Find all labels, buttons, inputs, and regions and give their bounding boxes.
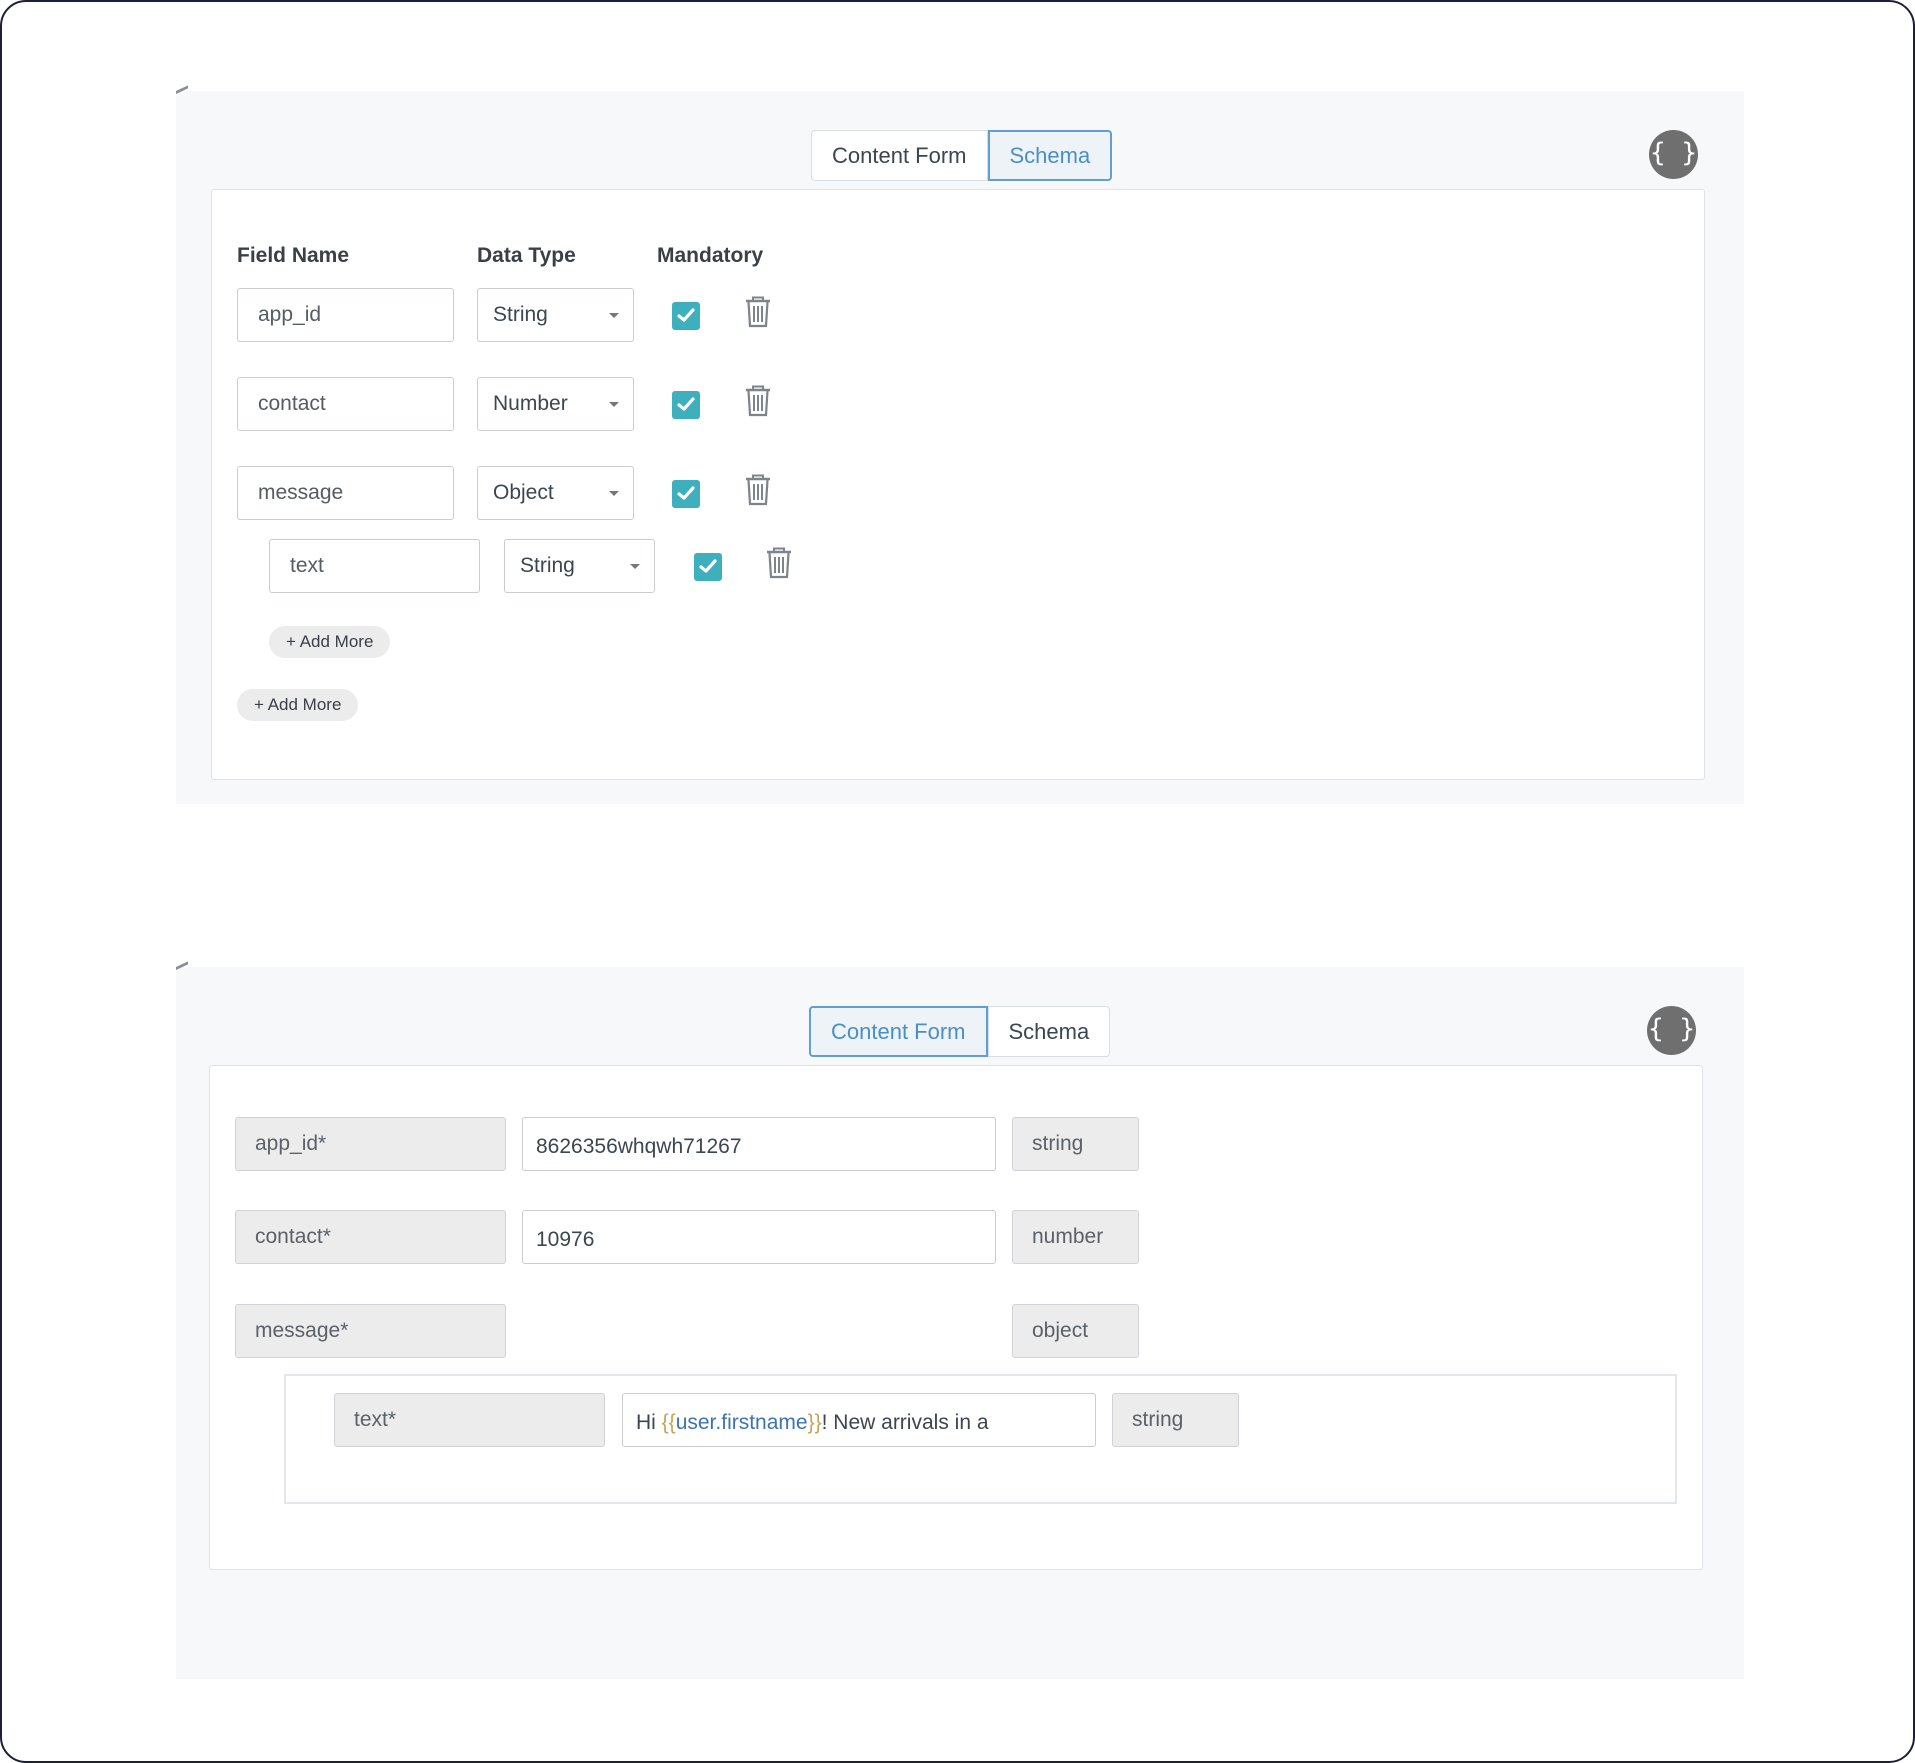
json-toggle-button[interactable]: { } [1647,1006,1696,1055]
template-variable: user.firstname [675,1411,808,1434]
caret-down-icon [609,491,619,496]
check-icon [699,559,717,573]
nested-field-label: text* [334,1393,605,1447]
screenshot-frame: Content Form Schema { } Field Name Data … [0,0,1915,1763]
nested-field-name-input[interactable]: text [269,539,480,593]
data-type-value: Object [493,481,554,504]
data-type-select[interactable]: Object [477,466,634,520]
mandatory-checkbox[interactable] [672,391,700,419]
field-name-input[interactable]: message [237,466,454,520]
field-label: message* [235,1304,506,1358]
data-type-select[interactable]: String [477,288,634,342]
field-type-label: object [1012,1304,1139,1358]
field-name-input[interactable]: contact [237,377,454,431]
nested-field-value-input[interactable]: Hi {{user.firstname}}! New arrivals in a [622,1393,1096,1447]
data-type-value: String [493,303,548,326]
field-value-input[interactable]: 10976 [522,1210,996,1264]
tab-content-form[interactable]: Content Form [809,1006,988,1057]
data-type-select[interactable]: Number [477,377,634,431]
data-type-value: String [520,554,575,577]
caret-down-icon [630,564,640,569]
value-text: ! New arrivals in a [821,1411,989,1434]
add-more-button[interactable]: + Add More [237,689,359,721]
tab-content-form[interactable]: Content Form [811,130,988,181]
template-brace-close: }} [807,1411,822,1434]
trash-icon[interactable] [744,385,772,417]
view-tabs: Content Form Schema [809,1006,1111,1057]
nested-mandatory-checkbox[interactable] [694,553,722,581]
field-value-input[interactable]: 8626356whqwh71267 [522,1117,996,1171]
mandatory-checkbox[interactable] [672,480,700,508]
value-text: Hi [636,1411,662,1434]
header-data-type: Data Type [477,244,576,267]
trash-icon[interactable] [765,547,793,579]
field-type-label: number [1012,1210,1139,1264]
check-icon [677,486,695,500]
schema-card: Field Name Data Type Mandatory app_id St… [211,189,1705,780]
nested-data-type-select[interactable]: String [504,539,655,593]
caret-down-icon [609,313,619,318]
trash-icon[interactable] [744,296,772,328]
nested-add-more-button[interactable]: + Add More [269,626,391,658]
json-toggle-button[interactable]: { } [1649,130,1698,179]
template-brace-open: {{ [661,1411,676,1434]
field-name-input[interactable]: app_id [237,288,454,342]
check-icon [677,308,695,322]
tab-schema[interactable]: Schema [987,130,1113,181]
curly-braces-icon: { } [1650,138,1697,168]
nested-field-type-label: string [1112,1393,1239,1447]
header-field-name: Field Name [237,244,350,267]
mandatory-checkbox[interactable] [672,302,700,330]
content-form-panel: Content Form Schema { } app_id* 8626356w… [176,961,1744,1679]
nested-object-container: text* Hi {{user.firstname}}! New arrival… [284,1374,1677,1504]
check-icon [677,397,695,411]
field-label: contact* [235,1210,506,1264]
header-mandatory: Mandatory [657,244,764,267]
caret-down-icon [609,402,619,407]
field-type-label: string [1012,1117,1139,1171]
curly-braces-icon: { } [1648,1014,1695,1044]
schema-panel: Content Form Schema { } Field Name Data … [176,85,1744,804]
panel-corner-mark [176,85,188,97]
content-form-card: app_id* 8626356whqwh71267 string contact… [209,1065,1703,1570]
view-tabs: Content Form Schema [811,130,1113,181]
data-type-value: Number [493,392,568,415]
trash-icon[interactable] [744,474,772,506]
panel-corner-mark [176,961,188,973]
tab-schema[interactable]: Schema [987,1006,1111,1057]
field-label: app_id* [235,1117,506,1171]
